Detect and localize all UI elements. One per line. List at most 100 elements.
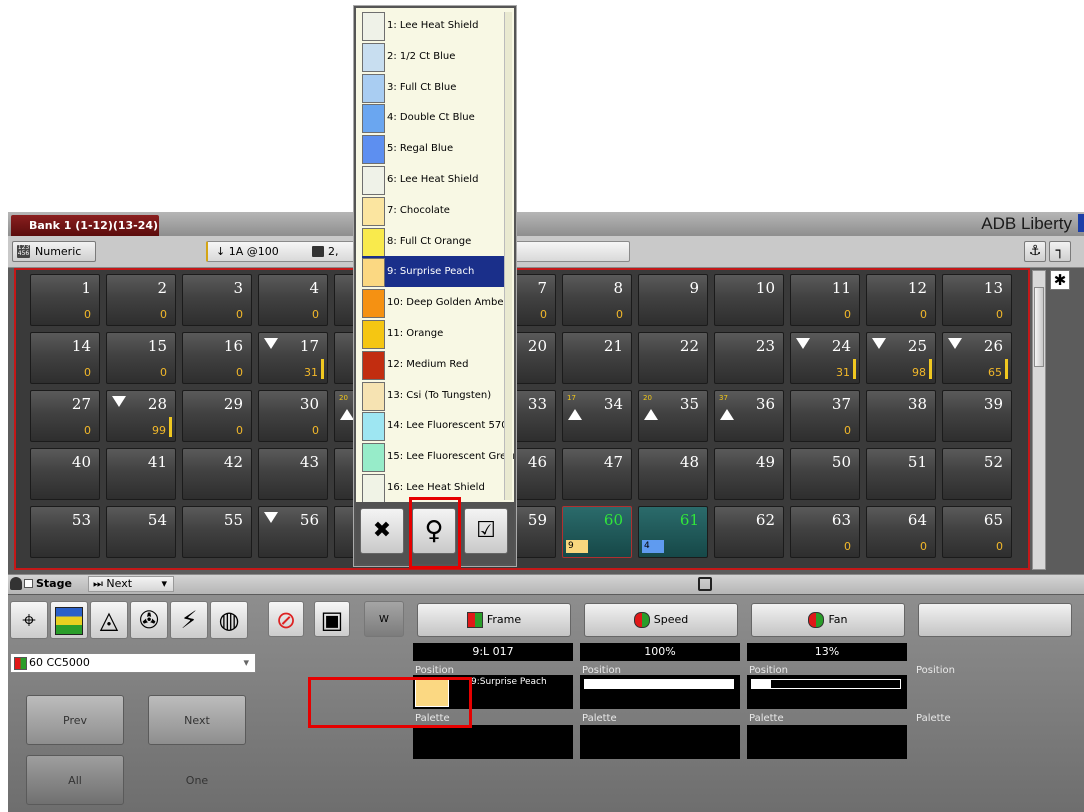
channel-cell-24[interactable]: 24 31 (790, 332, 860, 384)
no-palette-icon[interactable]: ⊘ (268, 601, 304, 637)
channel-cell-38[interactable]: 38 (866, 390, 936, 442)
channel-cell-29[interactable]: 29 0 (182, 390, 252, 442)
channel-cell-53[interactable]: 53 (30, 506, 100, 558)
channel-cell-60[interactable]: 60 9 (562, 506, 632, 558)
channel-cell-26[interactable]: 26 65 (942, 332, 1012, 384)
channel-cell-35[interactable]: 35 20 (638, 390, 708, 442)
fixture-select[interactable]: 60 CC5000 ▾ (10, 653, 256, 673)
fan-position-box[interactable] (747, 675, 907, 709)
palette-scrollbar[interactable] (504, 12, 512, 500)
palette-item[interactable]: 9: Surprise Peach (362, 256, 512, 288)
channel-cell-23[interactable]: 23 (714, 332, 784, 384)
palette-item[interactable]: 5: Regal Blue (362, 133, 512, 165)
numeric-button[interactable]: 123 456 Numeric (12, 241, 96, 262)
channel-cell-16[interactable]: 16 0 (182, 332, 252, 384)
palette-item[interactable]: 10: Deep Golden Amber (362, 287, 512, 319)
one-button[interactable]: One (148, 755, 246, 805)
palette-item[interactable]: 12: Medium Red (362, 349, 512, 380)
lock-icon[interactable] (10, 577, 22, 590)
empty-param-button[interactable] (918, 603, 1072, 637)
channel-cell-10[interactable]: 10 (714, 274, 784, 326)
channel-cell-51[interactable]: 51 (866, 448, 936, 500)
palette-item[interactable]: 4: Double Ct Blue (362, 102, 512, 134)
anchor-button[interactable]: ⚓ (1024, 241, 1046, 262)
beam-shape-icon[interactable]: ◬ (90, 601, 128, 639)
palette-item[interactable]: 6: Lee Heat Shield (362, 164, 512, 195)
palette-item[interactable]: 8: Full Ct Orange (362, 226, 512, 257)
channel-cell-1[interactable]: 10 (30, 274, 100, 326)
scrollbar-thumb[interactable] (1034, 287, 1044, 367)
white-button[interactable]: W (364, 601, 404, 637)
next-select[interactable]: ⏭ Next ▾ (88, 576, 174, 592)
channel-cell-27[interactable]: 27 0 (30, 390, 100, 442)
next-button[interactable]: Next (148, 695, 246, 745)
channel-cell-48[interactable]: 48 (638, 448, 708, 500)
channel-cell-17[interactable]: 17 31 (258, 332, 328, 384)
palette-item[interactable]: 2: 1/2 Ct Blue (362, 41, 512, 72)
channel-cell-22[interactable]: 22 (638, 332, 708, 384)
confirm-checkbox-icon[interactable]: ☑ (464, 508, 508, 554)
channel-cell-39[interactable]: 39 (942, 390, 1012, 442)
channel-cell-65[interactable]: 65 0 (942, 506, 1012, 558)
channel-cell-36[interactable]: 36 37 (714, 390, 784, 442)
channel-cell-12[interactable]: 12 0 (866, 274, 936, 326)
channel-cell-56[interactable]: 56 (258, 506, 328, 558)
channel-cell-2[interactable]: 20 (106, 274, 176, 326)
channel-cell-50[interactable]: 50 (790, 448, 860, 500)
channel-cell-34[interactable]: 34 17 (562, 390, 632, 442)
fan-palette-box[interactable] (747, 725, 907, 759)
channel-cell-49[interactable]: 49 (714, 448, 784, 500)
stage-checkbox[interactable] (24, 579, 33, 588)
prev-button[interactable]: Prev (26, 695, 124, 745)
channel-cell-37[interactable]: 37 0 (790, 390, 860, 442)
channel-cell-15[interactable]: 15 0 (106, 332, 176, 384)
fan-param-button[interactable]: Fan (751, 603, 905, 637)
gobo-wheel-icon[interactable]: ✇ (130, 601, 168, 639)
frame-palette-box[interactable] (413, 725, 573, 759)
color-icon[interactable] (50, 601, 88, 639)
channel-cell-47[interactable]: 47 (562, 448, 632, 500)
palette-item[interactable]: 11: Orange (362, 318, 512, 349)
tools-icon[interactable]: ✱ (1050, 270, 1070, 290)
grid-scrollbar[interactable] (1032, 270, 1046, 570)
position-crosshair-icon[interactable]: ⌖ (10, 601, 48, 639)
bank-tab[interactable]: Bank 1 (1-12)(13-24) (11, 215, 159, 236)
palette-item[interactable]: 3: Full Ct Blue (362, 72, 512, 103)
speed-param-button[interactable]: Speed (584, 603, 738, 637)
channel-cell-43[interactable]: 43 (258, 448, 328, 500)
channel-cell-3[interactable]: 30 (182, 274, 252, 326)
channel-cell-13[interactable]: 13 0 (942, 274, 1012, 326)
palette-item[interactable]: 15: Lee Fluorescent Green (362, 441, 514, 473)
channel-cell-42[interactable]: 42 (182, 448, 252, 500)
channel-cell-25[interactable]: 25 98 (866, 332, 936, 384)
channel-cell-63[interactable]: 63 0 (790, 506, 860, 558)
channel-cell-21[interactable]: 21 (562, 332, 632, 384)
palette-item[interactable]: 14: Lee Fluorescent 570 (362, 410, 512, 442)
all-button[interactable]: All (26, 755, 124, 805)
effects-icon[interactable]: ⚡ (170, 601, 208, 639)
channel-cell-52[interactable]: 52 (942, 448, 1012, 500)
channel-cell-55[interactable]: 55 (182, 506, 252, 558)
palette-item[interactable]: 13: Csi (To Tungsten) (362, 380, 512, 411)
channel-cell-40[interactable]: 40 (30, 448, 100, 500)
frame-param-button[interactable]: Frame (417, 603, 571, 637)
speed-position-box[interactable] (580, 675, 740, 709)
globe-icon[interactable]: ◍ (210, 601, 248, 639)
channel-cell-4[interactable]: 40 (258, 274, 328, 326)
channel-cell-11[interactable]: 11 0 (790, 274, 860, 326)
channel-cell-28[interactable]: 28 99 (106, 390, 176, 442)
palette-folder-icon[interactable]: ▣ (314, 601, 350, 637)
channel-cell-9[interactable]: 9 (638, 274, 708, 326)
channel-cell-30[interactable]: 30 0 (258, 390, 328, 442)
channel-cell-8[interactable]: 80 (562, 274, 632, 326)
speed-palette-box[interactable] (580, 725, 740, 759)
cancel-x-button[interactable]: ✖ (360, 508, 404, 554)
channel-cell-64[interactable]: 64 0 (866, 506, 936, 558)
channel-cell-62[interactable]: 62 (714, 506, 784, 558)
channel-cell-54[interactable]: 54 (106, 506, 176, 558)
channel-cell-14[interactable]: 14 0 (30, 332, 100, 384)
film-icon[interactable] (698, 577, 712, 591)
palette-item[interactable]: 1: Lee Heat Shield (362, 10, 512, 41)
channel-cell-41[interactable]: 41 (106, 448, 176, 500)
corner-button[interactable]: ┐ (1049, 241, 1071, 262)
